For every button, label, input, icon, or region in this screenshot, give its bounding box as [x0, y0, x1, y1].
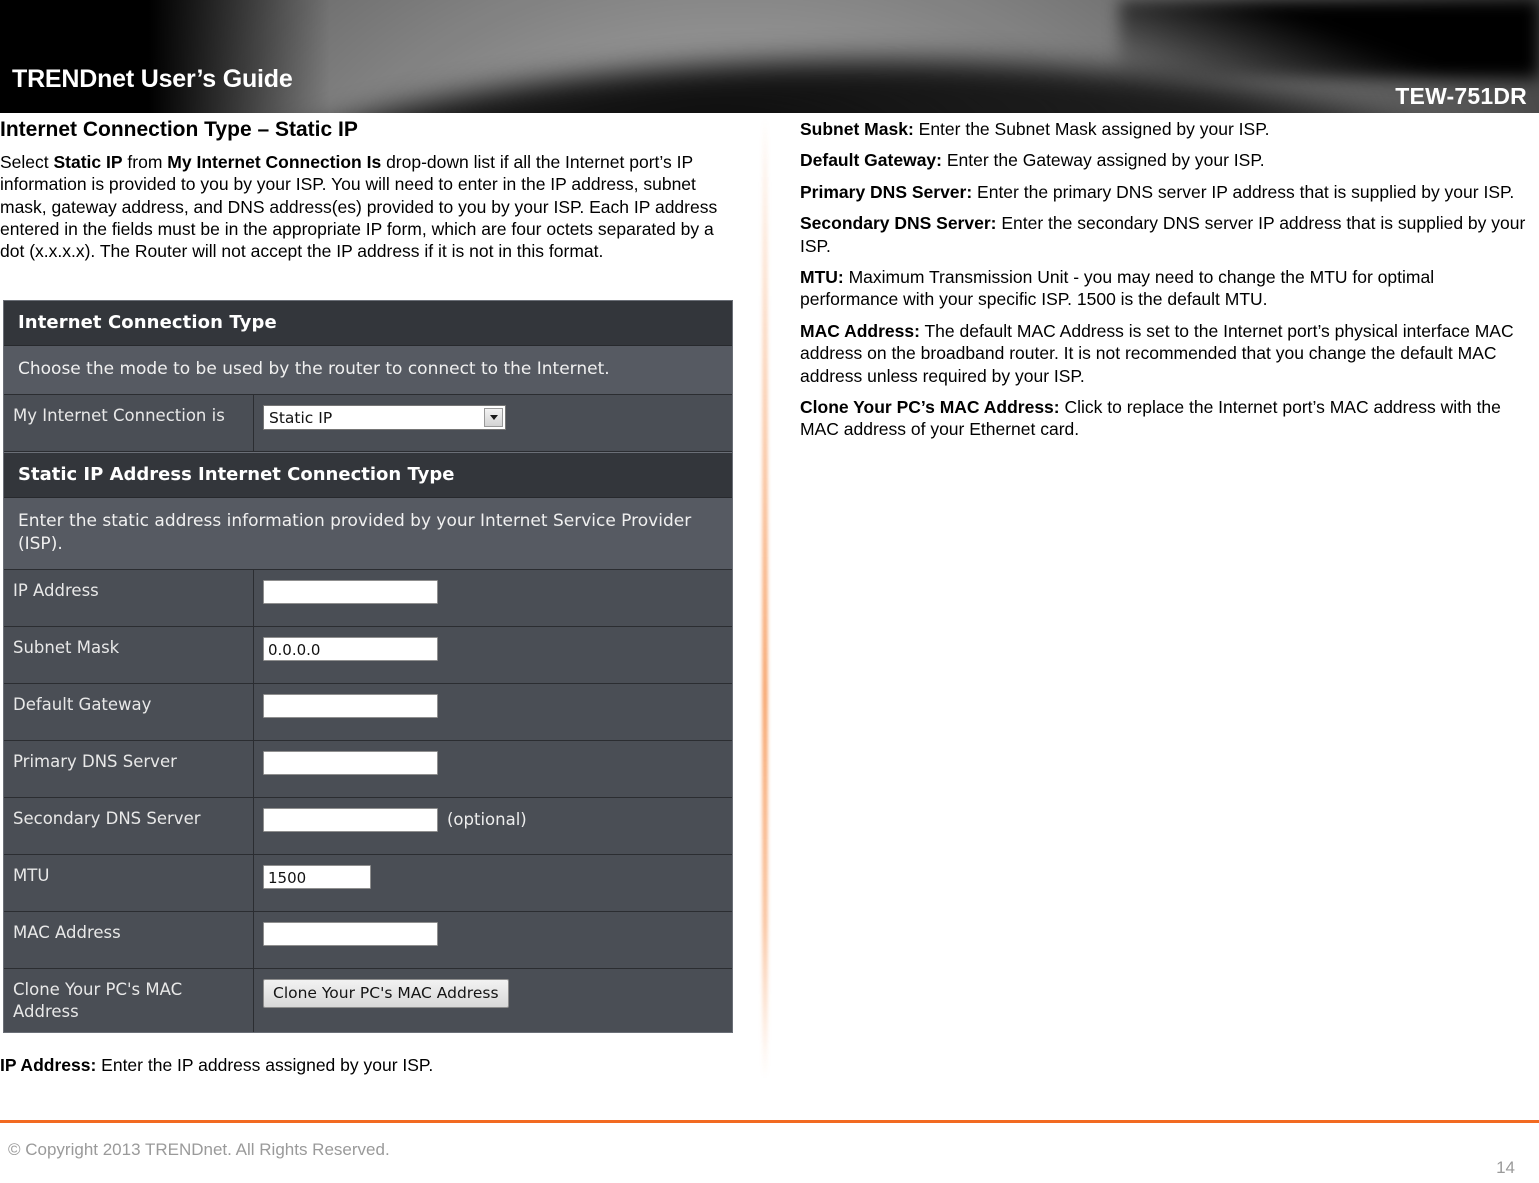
subnet-mask-input[interactable]: 0.0.0.0 [263, 637, 438, 662]
mtu-field: 1500 [254, 855, 732, 911]
clone-mac-address-row: Clone Your PC's MAC Address Clone Your P… [4, 969, 732, 1033]
mtu-term: MTU: [800, 266, 844, 287]
ip-address-term: IP Address: [0, 1055, 97, 1075]
mtu-description: MTU: Maximum Transmission Unit - you may… [800, 266, 1531, 311]
intro-paragraph: Select Static IP from My Internet Connec… [0, 151, 740, 263]
mac-address-term: MAC Address: [800, 320, 920, 341]
footer-copyright: © Copyright 2013 TRENDnet. All Rights Re… [8, 1140, 390, 1159]
intro-bold-static-ip: Static IP [53, 151, 123, 172]
subnet-mask-text: Enter the Subnet Mask assigned by your I… [913, 119, 1270, 139]
internet-connection-type-panel-description: Choose the mode to be used by the router… [4, 346, 732, 396]
default-gateway-input[interactable] [263, 694, 438, 719]
table-row: MTU 1500 [4, 855, 732, 913]
mac-address-description: MAC Address: The default MAC Address is … [800, 320, 1531, 387]
header-corner-fade [1119, 0, 1539, 78]
ip-address-label: IP Address [4, 570, 254, 627]
header-left-fade [0, 0, 330, 113]
default-gateway-text: Enter the Gateway assigned by your ISP. [941, 150, 1265, 171]
primary-dns-server-field [254, 741, 732, 797]
ip-address-text: Enter the IP address assigned by your IS… [96, 1055, 434, 1075]
clone-mac-address-label: Clone Your PC's MAC Address [4, 969, 254, 1033]
primary-dns-server-input[interactable] [263, 751, 438, 776]
subnet-mask-description: Subnet Mask: Enter the Subnet Mask assig… [800, 118, 1531, 140]
secondary-dns-optional-note: (optional) [447, 810, 527, 830]
clone-mac-description: Clone Your PC’s MAC Address: Click to re… [800, 396, 1531, 441]
intro-bold-connection-is: My Internet Connection Is [167, 151, 382, 172]
subnet-mask-label: Subnet Mask [4, 627, 254, 684]
static-ip-panel-description: Enter the static address information pro… [4, 498, 732, 571]
default-gateway-field [254, 684, 732, 740]
static-ip-panel-title: Static IP Address Internet Connection Ty… [4, 452, 732, 499]
secondary-dns-term: Secondary DNS Server: [800, 213, 997, 234]
my-internet-connection-select[interactable]: Static IP [263, 405, 506, 431]
default-gateway-description: Default Gateway: Enter the Gateway assig… [800, 149, 1531, 171]
mtu-text: Maximum Transmission Unit - you may need… [800, 266, 1435, 310]
subnet-mask-term: Subnet Mask: [800, 119, 914, 139]
ip-address-input[interactable] [263, 580, 438, 605]
mac-address-label: MAC Address [4, 912, 254, 969]
footer-divider [0, 1120, 1539, 1123]
mac-address-input[interactable] [263, 922, 438, 947]
primary-dns-term: Primary DNS Server: [800, 181, 973, 202]
table-row: Secondary DNS Server (optional) [4, 798, 732, 856]
left-column: Internet Connection Type – Static IP Sel… [0, 118, 740, 272]
table-row: IP Address [4, 570, 732, 628]
secondary-dns-description: Secondary DNS Server: Enter the secondar… [800, 212, 1531, 257]
clone-mac-term: Clone Your PC’s MAC Address: [800, 396, 1060, 417]
page-title: Internet Connection Type – Static IP [0, 118, 358, 141]
secondary-dns-server-label: Secondary DNS Server [4, 798, 254, 855]
primary-dns-text: Enter the primary DNS server IP address … [972, 181, 1515, 202]
column-divider [763, 118, 767, 1078]
clone-mac-address-field: Clone Your PC's MAC Address [254, 969, 732, 1032]
my-internet-connection-field: Static IP [254, 395, 732, 451]
router-admin-screenshot: Internet Connection Type Choose the mode… [3, 300, 733, 1034]
table-row: Default Gateway [4, 684, 732, 742]
mtu-input[interactable]: 1500 [263, 865, 371, 890]
right-column: Subnet Mask: Enter the Subnet Mask assig… [800, 118, 1531, 450]
mtu-label: MTU [4, 855, 254, 912]
mac-address-field [254, 912, 732, 968]
table-row: Primary DNS Server [4, 741, 732, 799]
internet-connection-type-panel-title: Internet Connection Type [4, 301, 732, 346]
secondary-dns-server-input[interactable] [263, 808, 438, 833]
my-internet-connection-selected-value: Static IP [269, 408, 333, 427]
model-name: TEW-751DR [1395, 83, 1527, 109]
subnet-mask-field: 0.0.0.0 [254, 627, 732, 683]
table-row: MAC Address [4, 912, 732, 970]
default-gateway-label: Default Gateway [4, 684, 254, 741]
ip-address-field [254, 570, 732, 626]
my-internet-connection-label: My Internet Connection is [4, 395, 254, 452]
intro-text-1: Select [0, 151, 54, 172]
primary-dns-description: Primary DNS Server: Enter the primary DN… [800, 181, 1531, 203]
guide-title: TRENDnet User’s Guide [12, 65, 293, 93]
primary-dns-server-label: Primary DNS Server [4, 741, 254, 798]
ip-address-description: IP Address: Enter the IP address assigne… [0, 1055, 740, 1076]
table-row: Subnet Mask 0.0.0.0 [4, 627, 732, 685]
intro-text-2: from [122, 151, 168, 172]
clone-mac-address-button[interactable]: Clone Your PC's MAC Address [263, 979, 509, 1009]
my-internet-connection-row: My Internet Connection is Static IP [4, 395, 732, 453]
page-header-banner [0, 0, 1539, 113]
chevron-down-icon[interactable] [484, 408, 503, 428]
secondary-dns-server-field: (optional) [254, 798, 732, 854]
default-gateway-term: Default Gateway: [800, 150, 942, 171]
page-number: 14 [1496, 1158, 1515, 1177]
